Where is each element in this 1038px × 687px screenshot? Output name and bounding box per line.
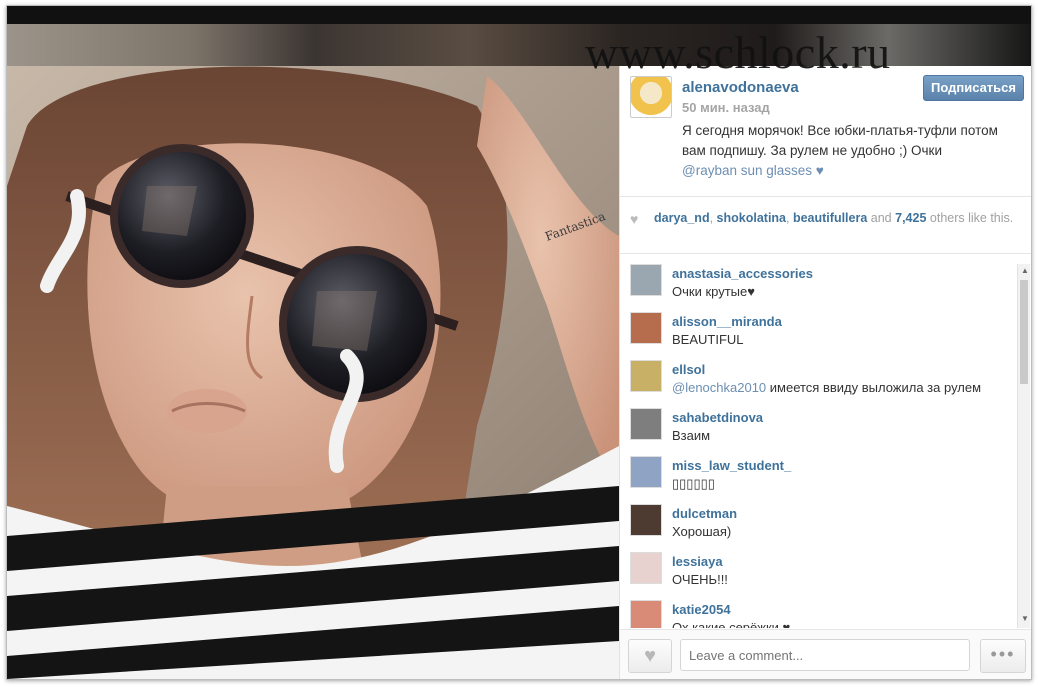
post-photo[interactable]: Fantastica <box>7 66 619 679</box>
comment-text: BEAUTIFUL <box>672 332 744 347</box>
comment-item: alisson__miranda BEAUTIFUL <box>620 302 1016 350</box>
post-details-panel: alenavodonaeva 50 мин. назад Подписаться… <box>619 66 1031 679</box>
commenter-avatar[interactable] <box>630 264 662 296</box>
commenter-username[interactable]: lessiaya <box>672 554 723 569</box>
comment-body: имеется ввиду выложила за рулем <box>766 380 982 395</box>
comments-scrollbar[interactable]: ▲ ▼ <box>1017 264 1030 628</box>
comment-input[interactable] <box>680 639 970 671</box>
comment-item: sahabetdinova Взаим <box>620 398 1016 446</box>
comment-text: ОЧЕНЬ!!! <box>672 572 728 587</box>
comment-item: lessiaya ОЧЕНЬ!!! <box>620 542 1016 590</box>
commenter-username[interactable]: alisson__miranda <box>672 314 782 329</box>
comment-item: anastasia_accessories Очки крутые♥ <box>620 254 1016 302</box>
follow-button[interactable]: Подписаться <box>922 75 1024 101</box>
instagram-post-viewer: Fantastica alenavodonaeva 50 мин. назад … <box>6 5 1032 680</box>
post-caption: Я сегодня морячок! Все юбки-платья-туфли… <box>682 121 1022 181</box>
commenter-avatar[interactable] <box>630 600 662 628</box>
commenter-username[interactable]: anastasia_accessories <box>672 266 813 281</box>
author-username[interactable]: alenavodonaeva <box>682 79 799 96</box>
comment-item: miss_law_student_ ▯▯▯▯▯▯ <box>620 446 1016 494</box>
comment-text: Ох какие серёжки ♥ <box>672 620 791 628</box>
comment-item: dulcetman Хорошая) <box>620 494 1016 542</box>
selfie-illustration: Fantastica <box>7 66 619 679</box>
comment-footer: ♥ ••• <box>620 629 1031 679</box>
scroll-up-icon[interactable]: ▲ <box>1021 266 1029 275</box>
commenter-avatar[interactable] <box>630 552 662 584</box>
caption-tags[interactable]: @rayban sun glasses ♥ <box>682 163 824 178</box>
heart-icon: ♥ <box>644 645 656 667</box>
caption-text: Я сегодня морячок! Все юбки-платья-туфли… <box>682 123 998 158</box>
commenter-username[interactable]: sahabetdinova <box>672 410 763 425</box>
watermark-text: www.schlock.ru <box>585 27 891 78</box>
likes-summary: ♥ darya_nd, shokolatina, beautifullera a… <box>620 197 1031 254</box>
likes-text: darya_nd, shokolatina, beautifullera and… <box>654 211 1014 225</box>
liker-user[interactable]: shokolatina <box>717 211 786 225</box>
commenter-avatar[interactable] <box>630 456 662 488</box>
commenter-avatar[interactable] <box>630 312 662 344</box>
scroll-down-icon[interactable]: ▼ <box>1021 614 1029 623</box>
commenter-username[interactable]: ellsol <box>672 362 705 377</box>
top-strip <box>7 6 1031 24</box>
commenter-avatar[interactable] <box>630 504 662 536</box>
comment-item: ellsol @lenochka2010 имеется ввиду вылож… <box>620 350 1016 398</box>
comment-text: Взаим <box>672 428 711 443</box>
comment-text: ▯▯▯▯▯▯ <box>672 476 715 491</box>
liker-user[interactable]: beautifullera <box>793 211 867 225</box>
commenter-username[interactable]: miss_law_student_ <box>672 458 791 473</box>
comment-text: Очки крутые♥ <box>672 284 755 299</box>
post-timestamp: 50 мин. назад <box>682 100 770 115</box>
likes-suffix: others like this. <box>929 211 1014 225</box>
more-options-button[interactable]: ••• <box>980 639 1026 673</box>
likes-and: and <box>870 211 892 225</box>
scrollbar-thumb[interactable] <box>1020 280 1028 384</box>
author-avatar[interactable] <box>630 76 672 118</box>
commenter-avatar[interactable] <box>630 360 662 392</box>
comments-list: anastasia_accessories Очки крутые♥ aliss… <box>620 254 1016 628</box>
heart-icon: ♥ <box>630 211 639 227</box>
commenter-username[interactable]: katie2054 <box>672 602 731 617</box>
commenter-username[interactable]: dulcetman <box>672 506 737 521</box>
comment-text: @lenochka2010 имеется ввиду выложила за … <box>672 380 981 395</box>
comment-mention[interactable]: @lenochka2010 <box>672 380 766 395</box>
liker-user[interactable]: darya_nd <box>654 211 710 225</box>
comment-item: katie2054 Ох какие серёжки ♥ <box>620 590 1016 628</box>
commenter-avatar[interactable] <box>630 408 662 440</box>
comment-text: Хорошая) <box>672 524 732 539</box>
likes-count[interactable]: 7,425 <box>895 211 926 225</box>
like-button[interactable]: ♥ <box>628 639 672 673</box>
post-header: alenavodonaeva 50 мин. назад Подписаться… <box>620 66 1031 197</box>
